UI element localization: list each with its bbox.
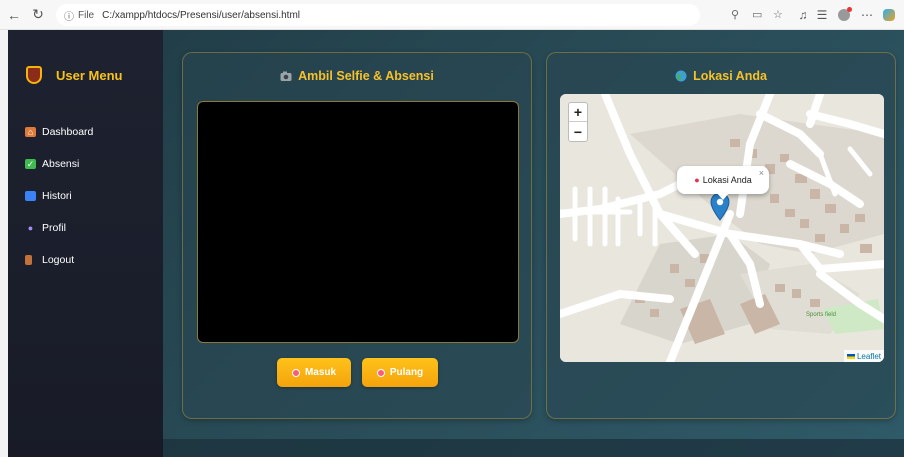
copilot-icon[interactable]: [880, 6, 898, 24]
location-icon[interactable]: ⚲: [731, 8, 739, 21]
extensions-icon[interactable]: ♫: [794, 6, 812, 24]
location-card: Lokasi Anda Sports field + − ● Lokasi An…: [546, 52, 896, 419]
back-arrow-icon[interactable]: ←: [4, 5, 24, 25]
selfie-card-title-row: Ambil Selfie & Absensi: [183, 69, 531, 83]
sidebar: User Menu ⌂ Dashboard ✓ Absensi Histori …: [8, 30, 163, 457]
sidebar-item-dashboard[interactable]: ⌂ Dashboard: [25, 116, 93, 148]
logo-icon: [26, 66, 42, 84]
sidebar-title: User Menu: [56, 67, 123, 83]
sidebar-item-logout[interactable]: Logout: [25, 244, 93, 276]
sidebar-item-label: Histori: [42, 190, 72, 202]
popup-close-button[interactable]: ×: [759, 168, 764, 178]
ukraine-flag-icon: [846, 353, 855, 359]
checkbox-icon: ✓: [25, 158, 36, 169]
calendar-icon: [25, 191, 36, 201]
map-view[interactable]: Sports field + − ● Lokasi Anda × Leaflet: [560, 94, 884, 362]
read-aloud-icon[interactable]: ▭: [752, 8, 762, 21]
home-icon: ⌂: [25, 127, 36, 137]
favorite-star-icon[interactable]: ☆: [773, 8, 783, 21]
address-prefix: File: [78, 9, 95, 21]
info-icon: ⓘ: [64, 11, 74, 23]
sidebar-item-label: Dashboard: [42, 126, 94, 138]
pulang-button-label: Pulang: [389, 367, 424, 378]
refresh-icon[interactable]: ↻: [28, 5, 48, 25]
clock-icon: [291, 368, 300, 377]
sidebar-item-absensi[interactable]: ✓ Absensi: [25, 148, 93, 180]
popup-text: Lokasi Anda: [702, 175, 752, 185]
sidebar-item-label: Profil: [42, 222, 66, 234]
more-options-icon[interactable]: ⋯: [858, 6, 876, 24]
masuk-button-label: Masuk: [304, 367, 337, 378]
selfie-card-title: Ambil Selfie & Absensi: [298, 69, 434, 83]
door-icon: [25, 255, 32, 265]
address-bar[interactable]: ⓘ File C:/xampp/htdocs/Presensi/user/abs…: [56, 4, 700, 26]
pulang-button[interactable]: Pulang: [362, 358, 438, 387]
bottom-strip: [163, 439, 904, 457]
attribution-link[interactable]: Leaflet: [857, 352, 881, 361]
zoom-control: + −: [568, 102, 588, 142]
masuk-button[interactable]: Masuk: [277, 358, 351, 387]
sidebar-item-histori[interactable]: Histori: [25, 180, 93, 212]
browser-toolbar: ← ↻ ⓘ File C:/xampp/htdocs/Presensi/user…: [0, 0, 904, 30]
location-card-title-row: Lokasi Anda: [547, 69, 895, 83]
location-card-title: Lokasi Anda: [693, 69, 767, 83]
user-icon: ●: [27, 223, 34, 233]
selfie-card: Ambil Selfie & Absensi Masuk Pulang: [182, 52, 532, 419]
sidebar-menu: ⌂ Dashboard ✓ Absensi Histori ● Profil L…: [25, 116, 93, 276]
sidebar-item-label: Logout: [42, 254, 75, 266]
camera-icon: [280, 71, 292, 81]
map-popup: ● Lokasi Anda ×: [677, 166, 769, 200]
map-tiles: Sports field: [560, 94, 884, 362]
sidebar-item-profil[interactable]: ● Profil: [25, 212, 93, 244]
sidebar-item-label: Absensi: [42, 158, 80, 170]
pin-icon: ●: [694, 175, 700, 185]
zoom-out-button[interactable]: −: [569, 122, 587, 141]
favorites-list-icon[interactable]: ☰: [813, 6, 831, 24]
profile-icon[interactable]: [835, 6, 853, 24]
popup-tip: [717, 193, 729, 200]
url-text: C:/xampp/htdocs/Presensi/user/absensi.ht…: [102, 9, 300, 21]
clock-icon: [376, 368, 385, 377]
camera-preview: [197, 101, 519, 343]
globe-icon: [675, 70, 687, 82]
brand: User Menu: [26, 66, 122, 84]
app-container: User Menu ⌂ Dashboard ✓ Absensi Histori …: [8, 30, 904, 457]
sports-field-label: Sports field: [806, 312, 836, 318]
zoom-in-button[interactable]: +: [569, 103, 587, 122]
map-attribution[interactable]: Leaflet: [843, 350, 884, 362]
